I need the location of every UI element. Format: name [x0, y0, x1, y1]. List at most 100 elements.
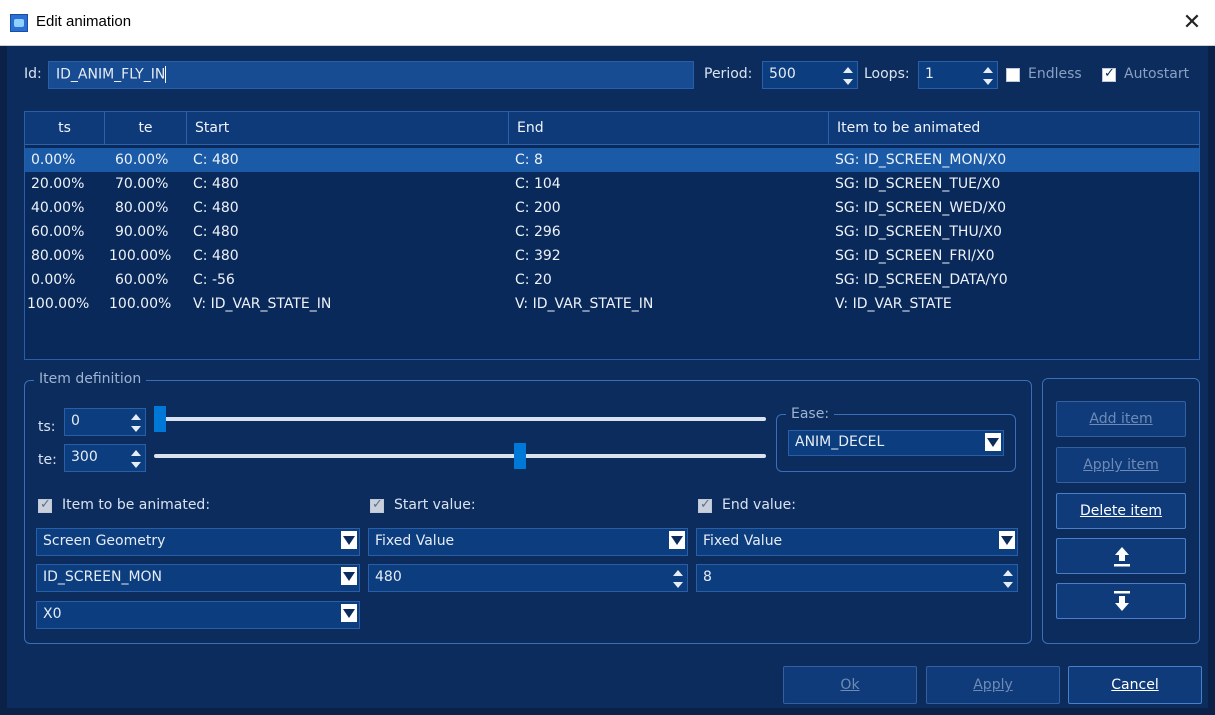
start-type-dropdown-icon[interactable]: [669, 531, 685, 549]
item-screen-value: ID_SCREEN_MON: [43, 569, 163, 585]
table-row[interactable]: 40.00% 80.00% C: 480 C: 200 SG: ID_SCREE…: [25, 196, 1199, 220]
item-definition-title: Item definition: [34, 371, 147, 387]
period-value: 500: [769, 66, 796, 82]
item-screen-dropdown-icon[interactable]: [341, 567, 357, 585]
cell-te: 100.00%: [109, 248, 172, 264]
cell-start: C: 480: [193, 176, 239, 192]
ts-spin-arrows-icon[interactable]: [130, 412, 142, 434]
title-bar: Edit animation ✕: [0, 0, 1215, 46]
start-value-spinbox[interactable]: 480: [368, 564, 688, 592]
ease-select[interactable]: ANIM_DECEL: [788, 430, 1004, 456]
ts-spinbox[interactable]: 0: [64, 408, 146, 436]
item-coord-dropdown-icon[interactable]: [341, 604, 357, 622]
end-value-value: 8: [703, 569, 712, 585]
item-type-value: Screen Geometry: [43, 533, 166, 549]
loops-value: 1: [925, 66, 934, 82]
period-label: Period:: [704, 66, 753, 82]
end-value-checkbox[interactable]: [698, 497, 712, 513]
start-type-select[interactable]: Fixed Value: [368, 528, 688, 556]
cell-end: C: 20: [515, 272, 552, 288]
cell-ts: 100.00%: [27, 296, 90, 312]
cell-end: C: 392: [515, 248, 561, 264]
ts-label: ts:: [38, 419, 56, 435]
cell-ts: 60.00%: [31, 224, 85, 240]
te-slider-track[interactable]: [154, 454, 766, 458]
start-value-value: 480: [375, 569, 402, 585]
cell-end: C: 296: [515, 224, 561, 240]
period-spinbox[interactable]: 500: [762, 61, 858, 89]
col-header-start[interactable]: Start: [187, 112, 509, 145]
cell-start: V: ID_VAR_STATE_IN: [193, 296, 332, 312]
cell-start: C: 480: [193, 224, 239, 240]
end-value-spin-arrows-icon[interactable]: [1002, 568, 1014, 590]
ts-slider-track[interactable]: [154, 417, 766, 421]
id-label: Id:: [24, 66, 42, 82]
table-row[interactable]: 0.00% 60.00% C: -56 C: 20 SG: ID_SCREEN_…: [25, 268, 1199, 292]
col-header-item[interactable]: Item to be animated: [829, 112, 1199, 145]
item-coord-value: X0: [43, 606, 62, 622]
cell-item: V: ID_VAR_STATE: [835, 296, 952, 312]
start-value-checkbox[interactable]: [370, 497, 384, 513]
endless-checkbox[interactable]: [1006, 68, 1020, 82]
table-row[interactable]: 80.00% 100.00% C: 480 C: 392 SG: ID_SCRE…: [25, 244, 1199, 268]
te-spin-arrows-icon[interactable]: [130, 448, 142, 470]
te-spinbox[interactable]: 300: [64, 444, 146, 472]
text-cursor: [165, 66, 167, 83]
start-value-spin-arrows-icon[interactable]: [672, 568, 684, 590]
cell-te: 90.00%: [115, 224, 169, 240]
cell-end: C: 104: [515, 176, 561, 192]
move-down-button[interactable]: [1056, 583, 1186, 619]
cell-ts: 0.00%: [31, 152, 76, 168]
ok-button[interactable]: Ok: [783, 666, 917, 704]
te-value: 300: [71, 449, 98, 465]
apply-label: Apply: [973, 677, 1013, 693]
delete-item-button[interactable]: Delete item: [1056, 493, 1186, 529]
add-item-label: Add item: [1089, 411, 1153, 427]
cell-item: SG: ID_SCREEN_THU/X0: [835, 224, 1002, 240]
apply-item-button[interactable]: Apply item: [1056, 447, 1186, 483]
table-row[interactable]: 100.00% 100.00% V: ID_VAR_STATE_IN V: ID…: [25, 292, 1199, 316]
item-type-dropdown-icon[interactable]: [341, 531, 357, 549]
move-up-button[interactable]: [1056, 538, 1186, 574]
move-down-icon: [1114, 591, 1130, 611]
cell-end: C: 200: [515, 200, 561, 216]
ts-slider-handle[interactable]: [154, 406, 166, 432]
table-row[interactable]: 60.00% 90.00% C: 480 C: 296 SG: ID_SCREE…: [25, 220, 1199, 244]
window-frame-left: [0, 46, 7, 715]
animation-table[interactable]: ts te Start End Item to be animated 0.00…: [24, 111, 1200, 360]
col-header-end[interactable]: End: [509, 112, 829, 145]
ts-value: 0: [71, 413, 80, 429]
cell-te: 70.00%: [115, 176, 169, 192]
cell-item: SG: ID_SCREEN_MON/X0: [835, 152, 1007, 168]
add-item-button[interactable]: Add item: [1056, 401, 1186, 437]
table-row[interactable]: 0.00% 60.00% C: 480 C: 8 SG: ID_SCREEN_M…: [25, 148, 1199, 172]
period-spin-arrows-icon[interactable]: [842, 65, 854, 87]
loops-spin-arrows-icon[interactable]: [982, 65, 994, 87]
close-icon[interactable]: ✕: [1178, 9, 1206, 37]
col-header-ts[interactable]: ts: [25, 112, 105, 145]
autostart-checkbox[interactable]: [1102, 66, 1116, 82]
end-type-dropdown-icon[interactable]: [999, 531, 1015, 549]
id-input[interactable]: ID_ANIM_FLY_IN: [48, 61, 694, 89]
loops-spinbox[interactable]: 1: [918, 61, 998, 89]
item-type-select[interactable]: Screen Geometry: [36, 528, 360, 556]
col-header-te[interactable]: te: [105, 112, 187, 145]
apply-button[interactable]: Apply: [926, 666, 1060, 704]
item-animated-checkbox[interactable]: [38, 497, 52, 513]
ease-title: Ease:: [786, 406, 835, 422]
ease-dropdown-icon[interactable]: [985, 433, 1001, 451]
cell-end: V: ID_VAR_STATE_IN: [515, 296, 654, 312]
delete-item-label: Delete item: [1079, 503, 1163, 519]
cell-item: SG: ID_SCREEN_WED/X0: [835, 200, 1007, 216]
cancel-button[interactable]: Cancel: [1068, 666, 1202, 704]
cell-ts: 80.00%: [31, 248, 85, 264]
cell-te: 60.00%: [115, 272, 169, 288]
te-slider-handle[interactable]: [514, 443, 526, 469]
item-screen-select[interactable]: ID_SCREEN_MON: [36, 564, 360, 592]
app-icon: [10, 14, 28, 32]
cell-ts: 0.00%: [31, 272, 76, 288]
end-value-spinbox[interactable]: 8: [696, 564, 1018, 592]
end-type-select[interactable]: Fixed Value: [696, 528, 1018, 556]
table-row[interactable]: 20.00% 70.00% C: 480 C: 104 SG: ID_SCREE…: [25, 172, 1199, 196]
item-coord-select[interactable]: X0: [36, 601, 360, 629]
